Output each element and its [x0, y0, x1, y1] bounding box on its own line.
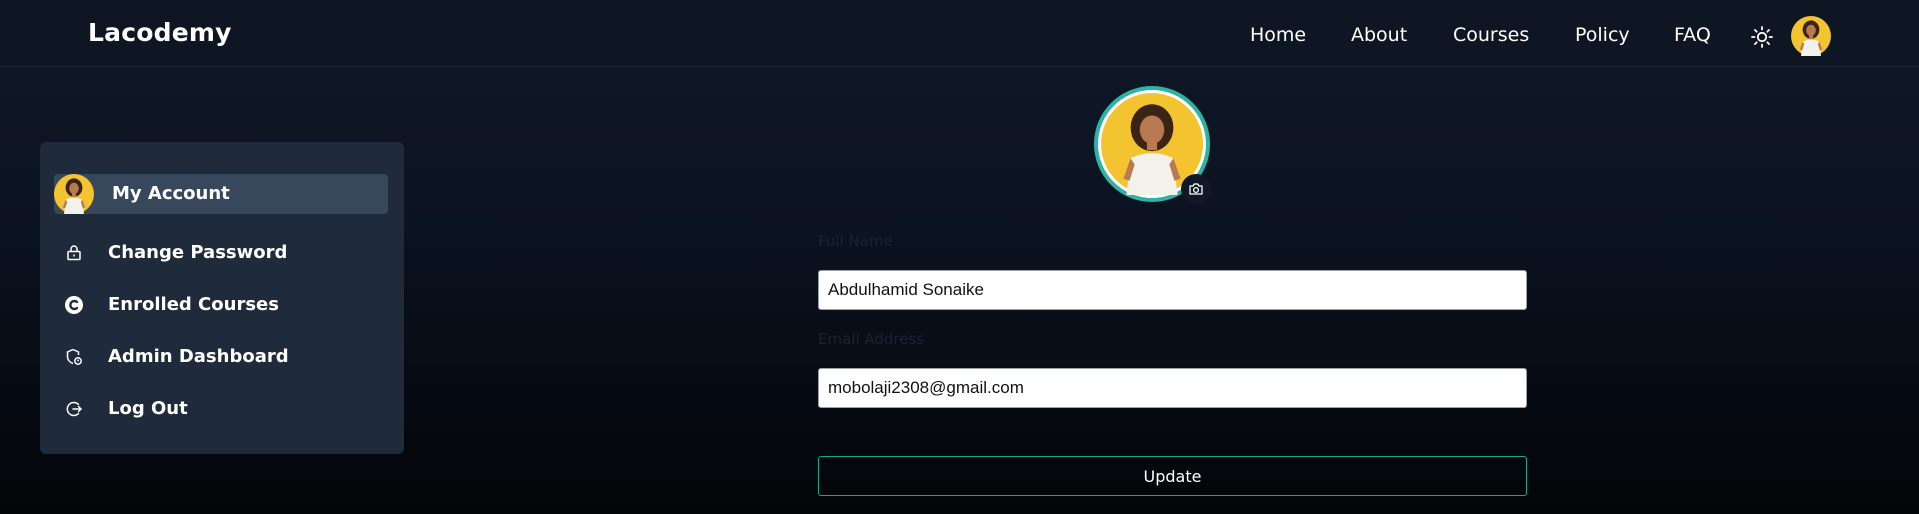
account-sidebar: My Account Change Password Enrolled Cour…	[40, 142, 404, 454]
sidebar-item-enrolled-courses[interactable]: Enrolled Courses	[54, 285, 388, 325]
nav-link-about[interactable]: About	[1351, 24, 1407, 46]
sidebar-item-admin-dashboard[interactable]: Admin Dashboard	[54, 337, 388, 377]
full-name-label: Full Name	[818, 232, 893, 250]
email-input[interactable]	[818, 368, 1527, 408]
admin-badge-icon	[64, 347, 84, 367]
change-photo-camera-icon[interactable]	[1181, 174, 1211, 204]
sidebar-item-label: Change Password	[108, 242, 288, 263]
sidebar-item-label: My Account	[112, 183, 230, 204]
nav-link-policy[interactable]: Policy	[1575, 24, 1630, 46]
nav-link-home[interactable]: Home	[1250, 24, 1306, 46]
theme-toggle-sun-icon[interactable]	[1750, 25, 1774, 49]
sidebar-item-my-account[interactable]: My Account	[54, 174, 388, 214]
email-label: Email Address	[818, 330, 925, 348]
update-button[interactable]: Update	[818, 456, 1527, 496]
lock-icon	[64, 243, 84, 263]
nav-link-courses[interactable]: Courses	[1453, 24, 1529, 46]
sidebar-user-avatar	[54, 174, 94, 214]
logout-icon	[64, 399, 84, 419]
sidebar-item-label: Enrolled Courses	[108, 294, 279, 315]
sidebar-item-change-password[interactable]: Change Password	[54, 233, 388, 273]
nav-links: Home About Courses Policy FAQ	[0, 24, 1919, 50]
nav-user-avatar[interactable]	[1791, 16, 1831, 56]
nav-link-faq[interactable]: FAQ	[1674, 24, 1711, 46]
sidebar-item-label: Admin Dashboard	[108, 346, 289, 367]
sidebar-item-label: Log Out	[108, 398, 188, 419]
top-navbar: Lacodemy Home About Courses Policy FAQ	[0, 0, 1919, 67]
courses-icon	[64, 295, 84, 315]
sidebar-item-log-out[interactable]: Log Out	[54, 389, 388, 429]
full-name-input[interactable]	[818, 270, 1527, 310]
